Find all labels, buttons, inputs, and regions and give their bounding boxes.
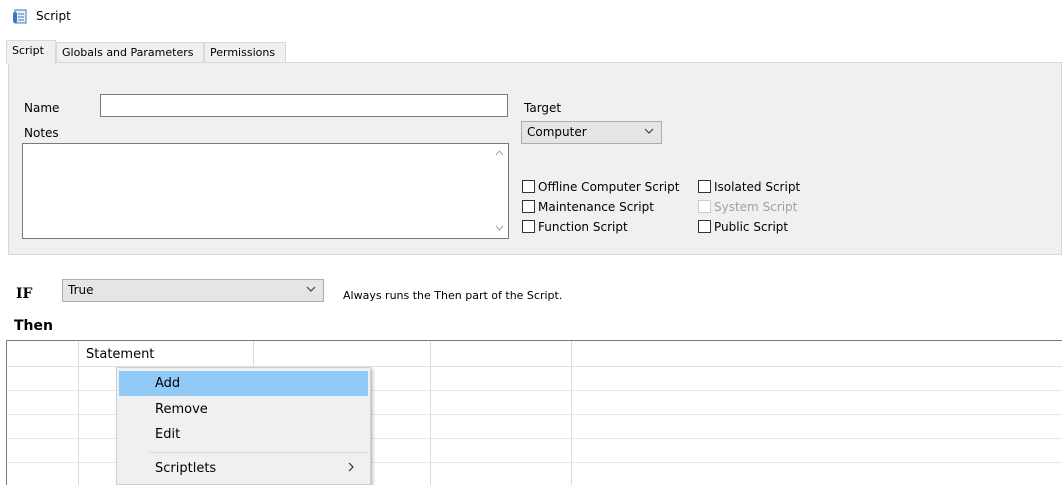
- if-label: IF: [16, 286, 33, 302]
- checkbox-box: [698, 220, 711, 233]
- chevron-right-icon: [348, 456, 354, 481]
- then-label: Then: [14, 318, 53, 334]
- name-label: Name: [24, 101, 60, 115]
- grid-header-row: [7, 341, 1062, 367]
- chevron-down-icon: [644, 122, 654, 143]
- name-input[interactable]: [100, 94, 508, 117]
- scroll-up-icon[interactable]: [495, 150, 504, 159]
- menu-item-remove[interactable]: Remove: [119, 397, 368, 422]
- script-icon: [13, 9, 27, 24]
- tab-script[interactable]: Script: [6, 40, 56, 64]
- window-title: Script: [36, 9, 71, 23]
- checkbox-box: [698, 180, 711, 193]
- title-bar: Script: [0, 0, 1062, 34]
- script-settings-panel: Name Notes Target Computer Offline Compu…: [8, 62, 1062, 255]
- system-script-checkbox: System Script: [698, 200, 797, 216]
- menu-item-label: Scriptlets: [155, 461, 217, 476]
- notes-textarea[interactable]: [22, 143, 509, 239]
- checkbox-box: [522, 200, 535, 213]
- menu-item-scriptlets[interactable]: Scriptlets: [119, 456, 368, 481]
- menu-separator: [149, 452, 368, 453]
- public-script-checkbox[interactable]: Public Script: [698, 220, 788, 236]
- checkbox-box: [522, 220, 535, 233]
- menu-item-edit[interactable]: Edit: [119, 422, 368, 447]
- notes-scrollbar[interactable]: [491, 144, 508, 238]
- target-label: Target: [524, 101, 562, 115]
- checkbox-box: [698, 200, 711, 213]
- if-hint-text: Always runs the Then part of the Script.: [343, 289, 563, 302]
- function-script-checkbox[interactable]: Function Script: [522, 220, 628, 236]
- menu-item-add[interactable]: Add: [119, 371, 368, 396]
- statement-column-header[interactable]: Statement: [86, 347, 154, 362]
- if-condition-select[interactable]: True: [62, 279, 324, 302]
- offline-computer-script-checkbox[interactable]: Offline Computer Script: [522, 180, 679, 196]
- tab-globals-and-parameters[interactable]: Globals and Parameters: [56, 42, 204, 63]
- context-menu: Add Remove Edit Scriptlets: [116, 367, 371, 485]
- isolated-script-checkbox[interactable]: Isolated Script: [698, 180, 800, 196]
- scroll-down-icon[interactable]: [495, 225, 504, 234]
- notes-label: Notes: [24, 126, 59, 140]
- checkbox-box: [522, 180, 535, 193]
- maintenance-script-checkbox[interactable]: Maintenance Script: [522, 200, 654, 216]
- tab-permissions[interactable]: Permissions: [204, 42, 286, 63]
- target-select[interactable]: Computer: [521, 121, 662, 144]
- chevron-down-icon: [306, 280, 316, 301]
